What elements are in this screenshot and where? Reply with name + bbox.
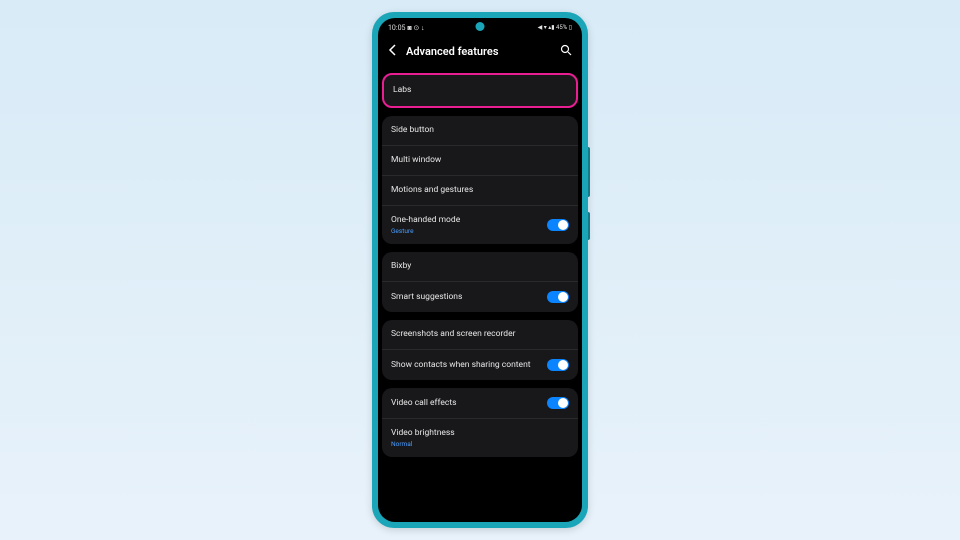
group-3: Screenshots and screen recorder Show con…: [382, 320, 578, 380]
one-handed-sublabel: Gesture: [391, 227, 547, 235]
phone-frame: 10:05 ◙ ⊙ ↓ ◀ ▾ ▴▮ 45% ▯ Advanced featur…: [372, 12, 588, 528]
bixby-row[interactable]: Bixby: [382, 252, 578, 282]
header: Advanced features: [378, 34, 582, 73]
video-brightness-row[interactable]: Video brightness Normal: [382, 419, 578, 457]
group-1: Side button Multi window Motions and ges…: [382, 116, 578, 244]
side-button-row[interactable]: Side button: [382, 116, 578, 146]
screenshots-label: Screenshots and screen recorder: [391, 329, 515, 340]
screen: 10:05 ◙ ⊙ ↓ ◀ ▾ ▴▮ 45% ▯ Advanced featur…: [378, 18, 582, 522]
phone-hardware-button: [588, 147, 590, 197]
video-call-label: Video call effects: [391, 398, 457, 409]
labs-label: Labs: [393, 85, 567, 96]
group-2: Bixby Smart suggestions: [382, 252, 578, 312]
show-contacts-row[interactable]: Show contacts when sharing content: [382, 350, 578, 380]
status-icons-right: ◀ ▾ ▴▮ 45% ▯: [538, 24, 572, 31]
smart-suggestions-row[interactable]: Smart suggestions: [382, 282, 578, 312]
video-call-toggle[interactable]: [547, 397, 569, 409]
screenshots-row[interactable]: Screenshots and screen recorder: [382, 320, 578, 350]
multi-window-label: Multi window: [391, 155, 441, 166]
multi-window-row[interactable]: Multi window: [382, 146, 578, 176]
one-handed-row[interactable]: One-handed mode Gesture: [382, 206, 578, 244]
one-handed-toggle[interactable]: [547, 219, 569, 231]
status-icons-left: ◙ ⊙ ↓: [407, 24, 424, 32]
group-4: Video call effects Video brightness Norm…: [382, 388, 578, 457]
search-icon[interactable]: [560, 44, 572, 59]
video-call-row[interactable]: Video call effects: [382, 388, 578, 419]
one-handed-label: One-handed mode: [391, 215, 547, 226]
labs-row[interactable]: Labs: [382, 73, 578, 108]
video-brightness-label: Video brightness: [391, 428, 569, 439]
back-icon[interactable]: [388, 44, 398, 59]
smart-suggestions-toggle[interactable]: [547, 291, 569, 303]
motions-row[interactable]: Motions and gestures: [382, 176, 578, 206]
bixby-label: Bixby: [391, 261, 411, 272]
show-contacts-label: Show contacts when sharing content: [391, 360, 531, 371]
status-time: 10:05: [388, 24, 405, 32]
motions-label: Motions and gestures: [391, 185, 473, 196]
phone-hardware-button-2: [588, 212, 590, 240]
side-button-label: Side button: [391, 125, 434, 136]
settings-content: Labs Side button Multi window Motions an…: [378, 73, 582, 457]
smart-suggestions-label: Smart suggestions: [391, 292, 462, 303]
page-title: Advanced features: [406, 45, 552, 58]
video-brightness-sublabel: Normal: [391, 440, 569, 448]
camera-notch: [476, 22, 485, 31]
show-contacts-toggle[interactable]: [547, 359, 569, 371]
